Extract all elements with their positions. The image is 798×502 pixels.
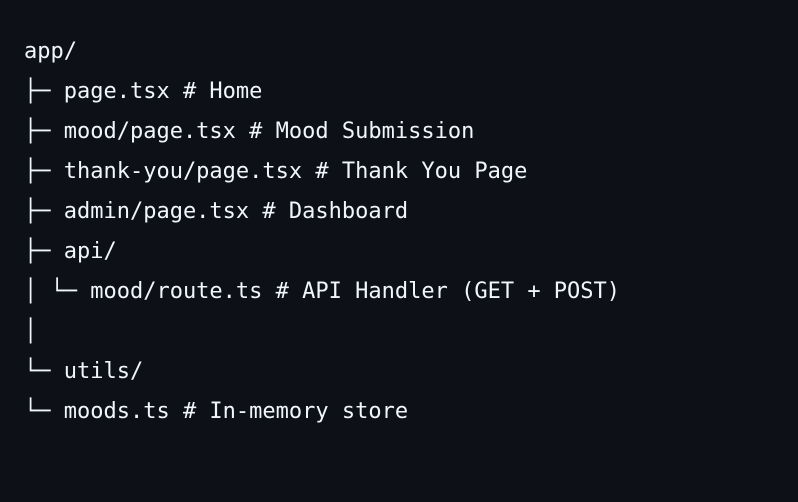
tree-line-app: app/ (24, 39, 77, 64)
file-tree: app/ ├─ page.tsx # Home ├─ mood/page.tsx… (24, 32, 620, 432)
tree-line-thank-you-page: ├─ thank-you/page.tsx # Thank You Page (24, 159, 528, 184)
tree-line-separator: │ (24, 319, 38, 344)
tree-line-moods: └─ moods.ts # In-memory store (24, 399, 409, 424)
tree-line-page: ├─ page.tsx # Home (24, 79, 263, 104)
tree-line-admin-page: ├─ admin/page.tsx # Dashboard (24, 199, 409, 224)
tree-line-utils: └─ utils/ (24, 359, 144, 384)
code-block: app/ ├─ page.tsx # Home ├─ mood/page.tsx… (0, 0, 798, 502)
tree-line-mood-route: │ └─ mood/route.ts # API Handler (GET + … (24, 279, 621, 304)
tree-line-api: ├─ api/ (24, 239, 117, 264)
tree-line-mood-page: ├─ mood/page.tsx # Mood Submission (24, 119, 475, 144)
